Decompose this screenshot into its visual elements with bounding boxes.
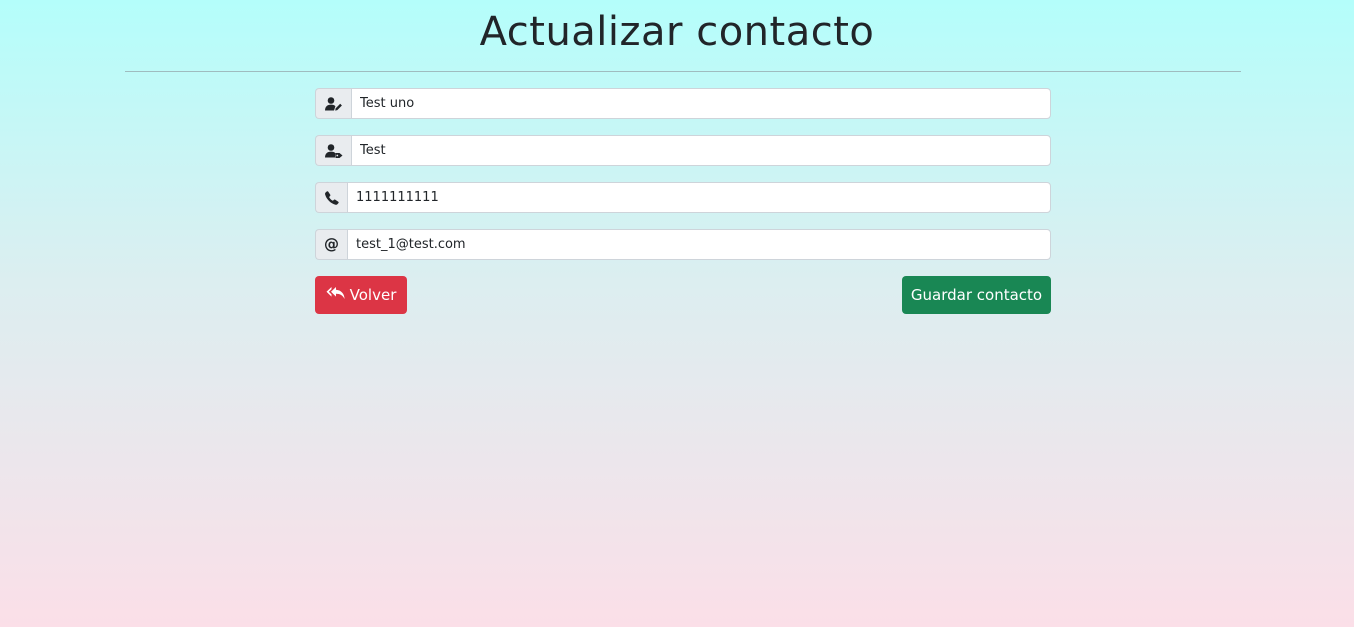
at-sign-glyph: @: [324, 235, 339, 253]
last-name-input[interactable]: [351, 135, 1051, 166]
phone-group: [315, 182, 1051, 213]
back-button[interactable]: Volver: [315, 276, 407, 314]
back-button-label: Volver: [349, 286, 397, 304]
phone-input[interactable]: [347, 182, 1051, 213]
last-name-group: [315, 135, 1051, 166]
form-actions: Volver Guardar contacto: [315, 276, 1051, 314]
user-tag-icon: [315, 135, 351, 166]
page-title: Actualizar contacto: [479, 9, 875, 55]
save-contact-button[interactable]: Guardar contacto: [902, 276, 1051, 314]
first-name-input[interactable]: [351, 88, 1051, 119]
update-contact-form: @ Volver Guardar contacto: [315, 88, 1051, 314]
first-name-group: [315, 88, 1051, 119]
user-pen-icon: [315, 88, 351, 119]
email-group: @: [315, 229, 1051, 260]
at-sign-icon: @: [315, 229, 347, 260]
title-divider: [125, 71, 1241, 72]
phone-icon: [315, 182, 347, 213]
save-contact-button-label: Guardar contacto: [910, 286, 1043, 304]
email-input[interactable]: [347, 229, 1051, 260]
reply-all-icon: [326, 286, 346, 304]
